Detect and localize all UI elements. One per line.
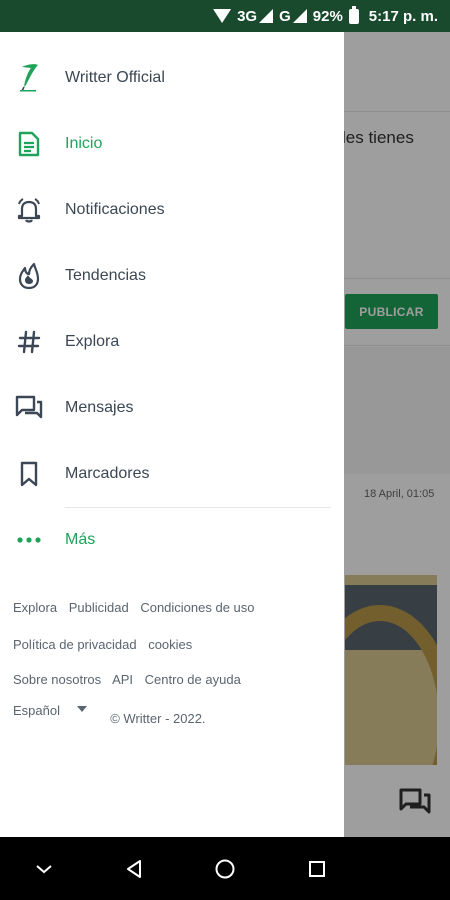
keyboard-hide-icon[interactable] xyxy=(30,855,58,883)
bell-icon xyxy=(14,195,44,225)
network-type-label-2: G xyxy=(279,7,291,25)
battery-percent: 92% xyxy=(312,7,343,25)
menu-divider xyxy=(65,507,331,508)
network-type-label: 3G xyxy=(237,7,258,25)
footer-links-row: Sobre nosotros API Centro de ayuda xyxy=(13,672,249,687)
nav-item-notificaciones[interactable]: Notificaciones xyxy=(0,184,344,236)
messages-icon xyxy=(14,393,44,423)
signal-3g: 3G xyxy=(237,7,274,25)
home-icon[interactable] xyxy=(211,855,239,883)
nav-item-mensajes[interactable]: Mensajes xyxy=(0,382,344,434)
nav-label: Inicio xyxy=(65,135,103,152)
nav-label: Mensajes xyxy=(65,399,134,416)
footer-link-cookies[interactable]: cookies xyxy=(148,637,192,652)
more-dots-icon xyxy=(14,525,44,555)
signal-g: G xyxy=(279,8,307,25)
clock: 5:17 p. m. xyxy=(368,7,438,25)
system-nav-bar xyxy=(0,837,450,900)
writter-logo-icon xyxy=(14,63,44,93)
nav-item-inicio[interactable]: Inicio xyxy=(0,118,344,170)
nav-label: Explora xyxy=(65,333,120,350)
footer-link-sobre-nosotros[interactable]: Sobre nosotros xyxy=(13,672,101,687)
footer-links-row: Explora Publicidad Condiciones de uso xyxy=(13,600,263,615)
language-selector[interactable]: Español xyxy=(13,703,98,718)
back-icon[interactable] xyxy=(120,855,148,883)
footer-link-explora[interactable]: Explora xyxy=(13,600,57,615)
copyright: © Writter - 2022. xyxy=(110,711,206,726)
bookmark-icon xyxy=(14,459,44,489)
signal-icon xyxy=(259,9,274,23)
nav-item-mas[interactable]: Más xyxy=(0,514,344,566)
nav-item-explora[interactable]: Explora xyxy=(0,316,344,368)
footer-meta-row: Español © Writter - 2022. xyxy=(13,703,214,726)
hash-icon xyxy=(14,327,44,357)
nav-label: Más xyxy=(65,531,96,548)
account-name: Writter Official xyxy=(65,69,165,86)
footer-links-row: Política de privacidad cookies xyxy=(13,637,200,652)
footer-link-privacidad[interactable]: Política de privacidad xyxy=(13,637,137,652)
flame-icon xyxy=(14,261,44,291)
signal-icon-2 xyxy=(292,9,307,23)
footer-link-condiciones[interactable]: Condiciones de uso xyxy=(140,600,254,615)
footer-link-ayuda[interactable]: Centro de ayuda xyxy=(145,672,241,687)
wifi-icon xyxy=(213,9,232,23)
battery-icon xyxy=(348,5,359,24)
nav-label: Marcadores xyxy=(65,465,150,482)
footer-link-publicidad[interactable]: Publicidad xyxy=(69,600,129,615)
navigation-drawer: Writter Official Inicio Notificaciones T… xyxy=(0,32,344,837)
nav-label: Notificaciones xyxy=(65,201,165,218)
document-icon xyxy=(14,129,44,159)
recents-icon[interactable] xyxy=(303,855,331,883)
caret-down-icon xyxy=(76,706,87,712)
nav-label: Tendencias xyxy=(65,267,146,284)
language-label: Español xyxy=(13,703,60,718)
account-item[interactable]: Writter Official xyxy=(0,52,344,104)
nav-item-marcadores[interactable]: Marcadores xyxy=(0,448,344,500)
status-bar: 3G G 92% 5:17 p. m. xyxy=(0,0,450,32)
footer-link-api[interactable]: API xyxy=(112,672,133,687)
nav-item-tendencias[interactable]: Tendencias xyxy=(0,250,344,302)
